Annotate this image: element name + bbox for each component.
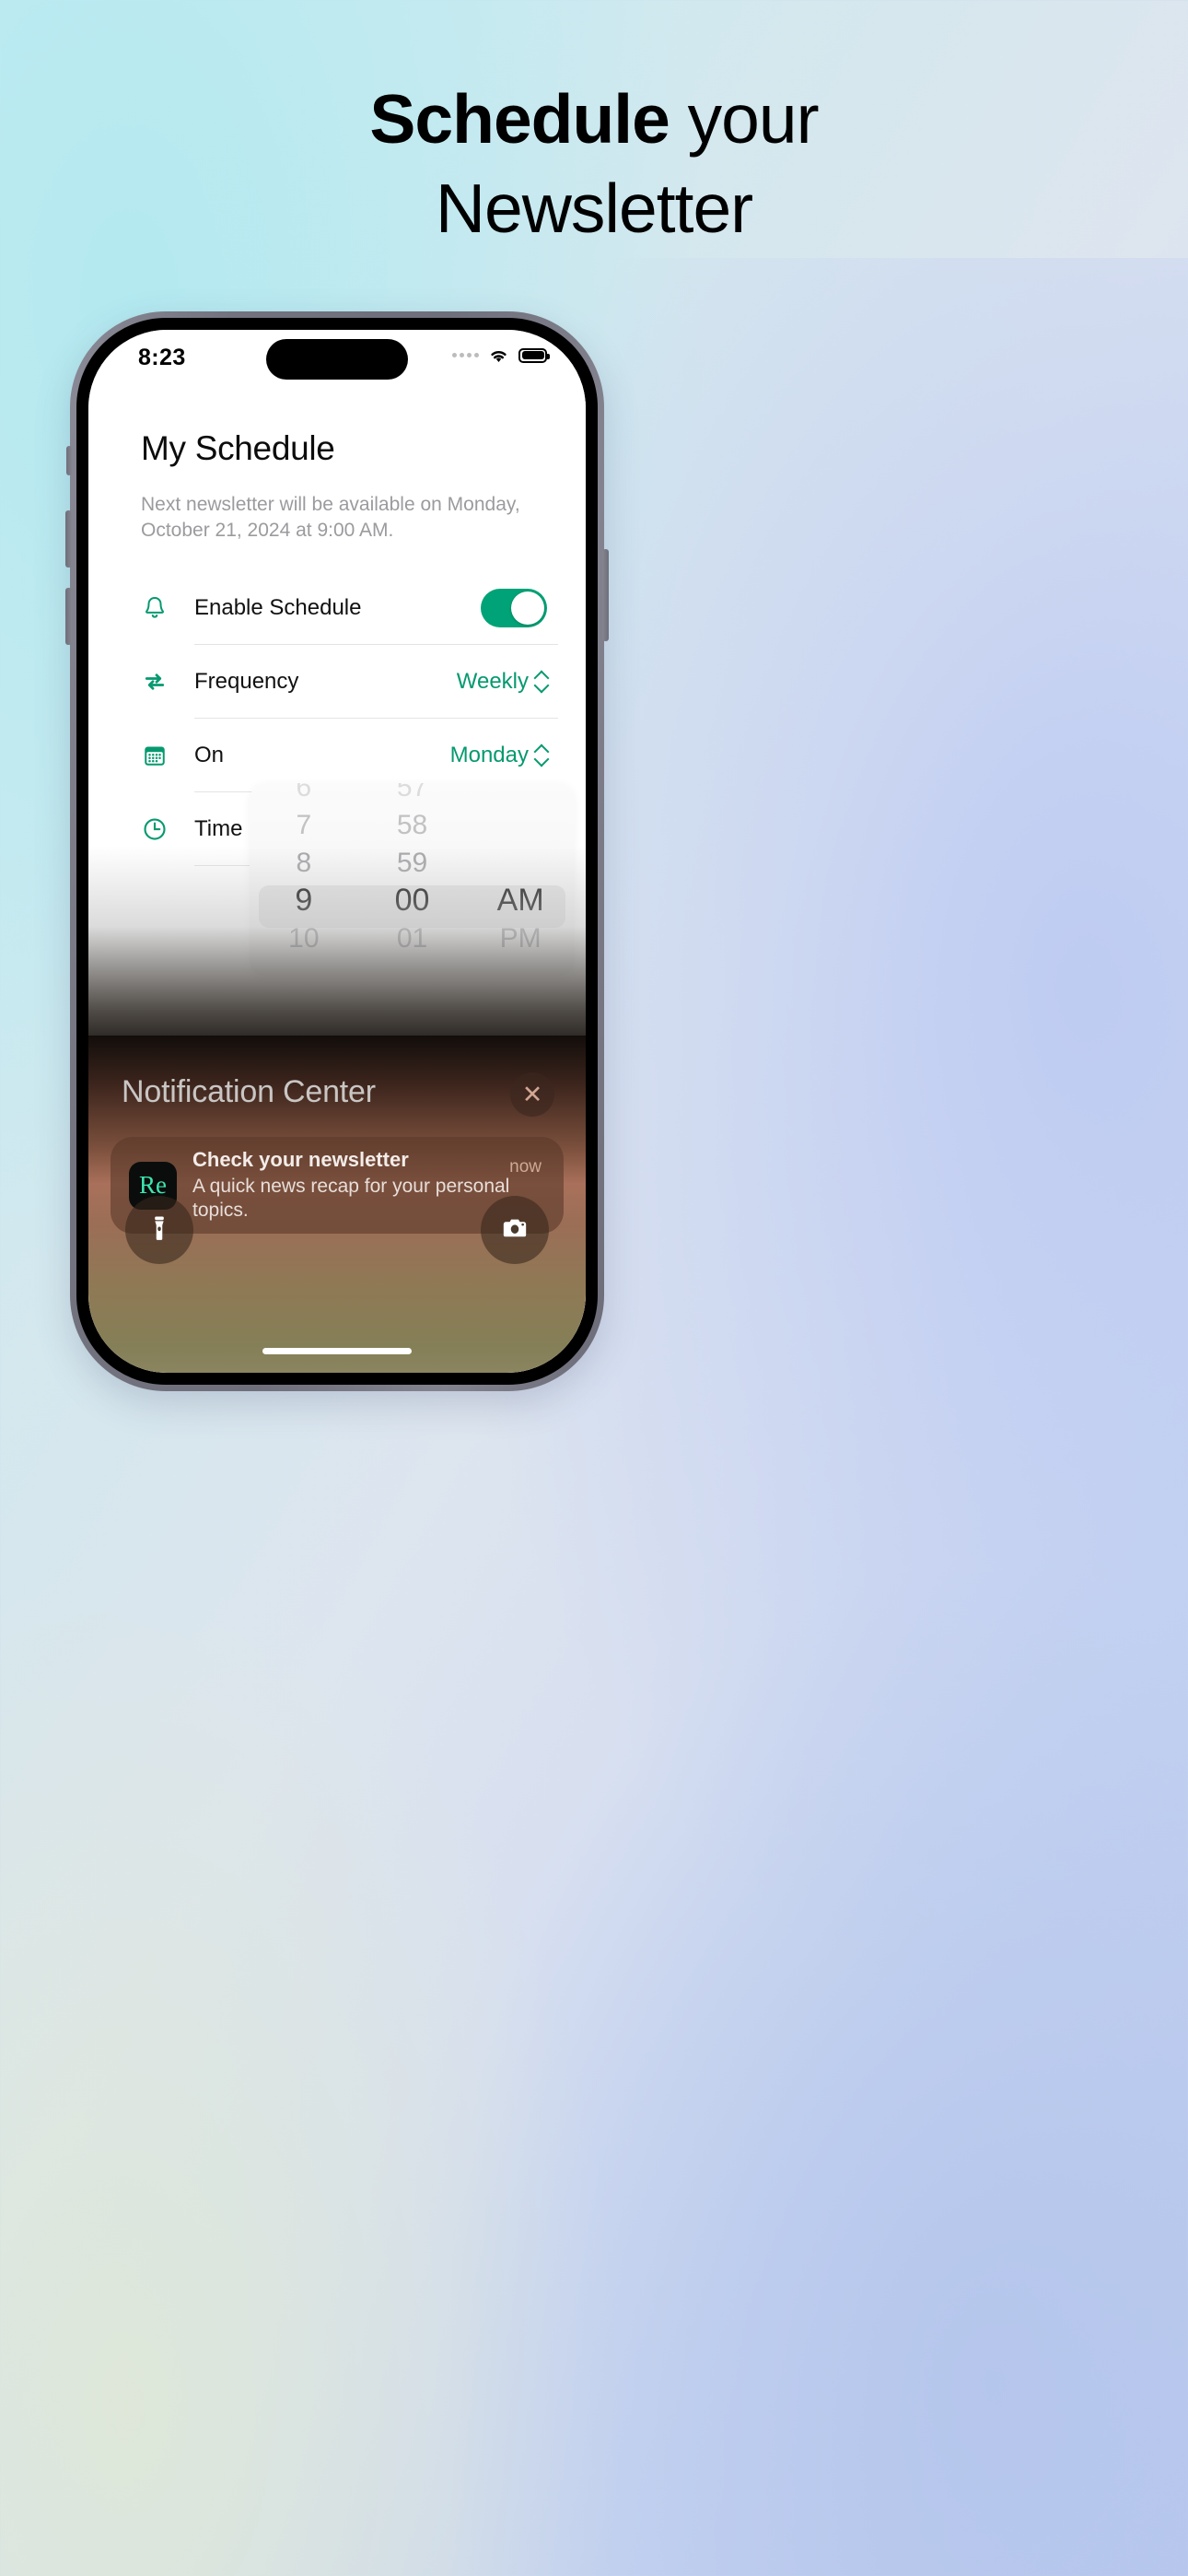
notification-center: Notification Center ✕ Re Check your news… (88, 1036, 586, 1373)
promo-headline-line-2: Newsletter (435, 170, 753, 247)
camera-button[interactable] (481, 1196, 549, 1264)
volume-down-button[interactable] (65, 588, 72, 645)
chevron-updown-icon[interactable] (535, 672, 547, 692)
settings-row-label: On (194, 743, 225, 767)
time-picker[interactable]: 6 7 8 9 10 57 58 59 00 01 AM PM (250, 783, 575, 977)
enable-schedule-toggle[interactable] (481, 589, 547, 627)
picker-option[interactable]: 01 (358, 919, 467, 957)
picker-option[interactable]: 7 (250, 806, 358, 844)
picker-option[interactable]: 59 (358, 844, 467, 882)
page-subtitle: Next newsletter will be available on Mon… (141, 494, 520, 541)
volume-up-button[interactable] (65, 510, 72, 568)
chevron-updown-icon[interactable] (535, 745, 547, 766)
promo-headline-bold: Schedule (369, 80, 670, 158)
wifi-icon (487, 346, 510, 364)
phone-bezel: 8:23 My Schedule Next newsletter will be… (76, 318, 598, 1385)
picker-option[interactable] (466, 844, 575, 882)
phone-mockup: 8:23 My Schedule Next newsletter will be… (65, 311, 609, 1391)
background-tint-bottom-right (451, 1571, 1188, 2576)
flashlight-icon (144, 1212, 175, 1248)
picker-option[interactable]: 58 (358, 806, 467, 844)
notification-timestamp: now (509, 1157, 542, 1177)
frequency-value: Weekly (456, 669, 529, 694)
picker-option[interactable]: PM (466, 919, 575, 957)
picker-option-selected[interactable]: 00 (358, 882, 467, 919)
lockscreen-actions (88, 1196, 586, 1264)
page-title: My Schedule (141, 429, 335, 467)
notification-center-title: Notification Center (122, 1074, 376, 1109)
battery-full-icon (518, 347, 550, 363)
repeat-icon (141, 668, 194, 696)
picker-option[interactable]: 10 (250, 919, 358, 957)
status-bar: 8:23 (88, 330, 586, 385)
picker-option[interactable]: 57 (358, 783, 467, 806)
picker-option-selected[interactable]: AM (466, 882, 575, 919)
promo-headline: Schedule your Newsletter (0, 85, 1188, 243)
enable-schedule-toggle-wrap[interactable] (481, 589, 558, 627)
settings-row-label: Time (194, 816, 243, 841)
promo-headline-line-1: Schedule your (0, 85, 1188, 154)
settings-row-enable-schedule[interactable]: Enable Schedule (141, 571, 558, 645)
home-indicator[interactable] (262, 1348, 412, 1354)
settings-row-label: Frequency (194, 669, 299, 694)
on-day-value: Monday (449, 743, 529, 767)
picker-option[interactable]: 8 (250, 844, 358, 882)
calendar-icon (141, 742, 194, 769)
dynamic-island (266, 339, 408, 380)
picker-option[interactable] (466, 783, 575, 806)
promo-headline-regular: your (669, 80, 820, 158)
close-icon[interactable]: ✕ (510, 1072, 554, 1117)
time-picker-minutes-column[interactable]: 57 58 59 00 01 (358, 783, 467, 977)
time-picker-hours-column[interactable]: 6 7 8 9 10 (250, 783, 358, 977)
settings-row-frequency[interactable]: Frequency Weekly (141, 645, 558, 719)
picker-option[interactable] (466, 806, 575, 844)
notification-title: Check your newsletter (192, 1148, 409, 1172)
signal-dots-icon (452, 353, 479, 357)
frequency-value-control[interactable]: Weekly (457, 669, 558, 695)
picker-option[interactable]: 6 (250, 783, 358, 806)
settings-row-label: Enable Schedule (194, 595, 362, 620)
power-button[interactable] (602, 549, 609, 641)
camera-icon (499, 1212, 530, 1248)
bell-icon (141, 594, 194, 622)
picker-option-selected[interactable]: 9 (250, 882, 358, 919)
on-day-value-control[interactable]: Monday (450, 743, 558, 768)
settings-row-on[interactable]: On Monday (141, 719, 558, 792)
time-picker-meridiem-column[interactable]: AM PM (466, 783, 575, 977)
mute-switch-button[interactable] (66, 446, 72, 475)
flashlight-button[interactable] (125, 1196, 193, 1264)
status-bar-indicators (452, 346, 550, 364)
clock-icon (141, 815, 194, 843)
status-bar-clock: 8:23 (138, 345, 186, 370)
phone-screen: 8:23 My Schedule Next newsletter will be… (88, 330, 586, 1373)
close-icon-glyph: ✕ (521, 1080, 543, 1108)
